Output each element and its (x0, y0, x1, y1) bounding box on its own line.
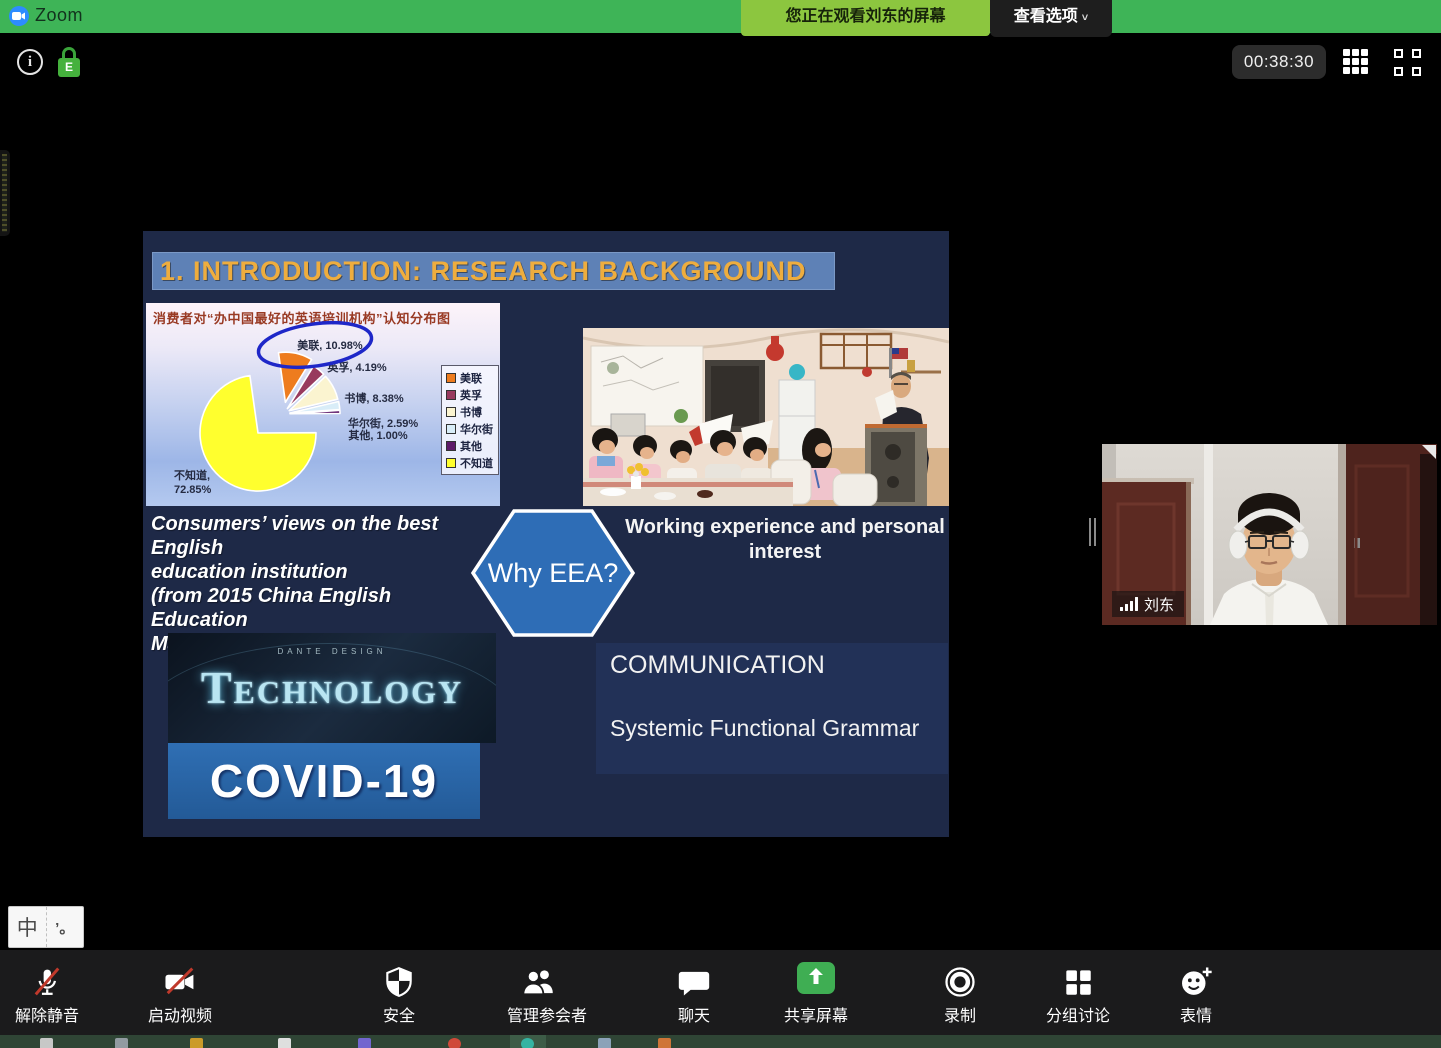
breakout-rooms-button[interactable]: 分组讨论 (1018, 962, 1138, 1028)
zoom-camera-logo-icon (9, 6, 29, 26)
participant-name-tag: 刘东 (1112, 591, 1184, 617)
record-icon (942, 964, 978, 1000)
legend-row: 其他 (446, 437, 498, 454)
pie-data-label: 其他, 1.00% (348, 428, 408, 442)
encryption-lock-icon[interactable]: E (58, 47, 82, 79)
video-tile-handle[interactable] (1089, 518, 1097, 546)
tile-collapse-icon[interactable] (1422, 445, 1436, 459)
technology-brand-text: dante design (168, 643, 496, 657)
communication-subtitle: Systemic Functional Grammar (610, 715, 919, 742)
legend-label: 华尔街 (460, 421, 493, 437)
taskbar-app-icon[interactable] (598, 1038, 611, 1048)
share-screen-button[interactable]: 共享屏幕 (756, 962, 876, 1028)
audio-level-meter (0, 150, 10, 236)
classroom-photo (583, 328, 949, 506)
unmute-button[interactable]: 解除静音 (0, 962, 107, 1028)
pie-data-label: 美联, 10.98% (297, 338, 363, 352)
technology-word: Technology (168, 661, 496, 714)
meeting-top-bar: Zoom 您正在观看刘东的屏幕 查看选项˅ (0, 0, 1441, 33)
caption-line: (from 2015 China English Education (151, 584, 481, 632)
caption-line: education institution (151, 560, 481, 584)
hexagon-label: Why EEA? (470, 507, 636, 639)
microphone-muted-icon (29, 964, 65, 1000)
legend-label: 书博 (460, 404, 482, 420)
taskbar-start-icon[interactable] (40, 1038, 53, 1048)
legend-label: 其他 (460, 438, 482, 454)
legend-row: 书博 (446, 403, 498, 420)
covid-word: COVID-19 (210, 754, 438, 808)
legend-row: 不知道 (446, 454, 498, 471)
why-eea-hexagon: Why EEA? (470, 507, 636, 639)
pie-data-label: 华尔街, 2.59% (348, 416, 419, 430)
legend-swatch (446, 407, 456, 417)
security-button[interactable]: 安全 (339, 962, 459, 1028)
communication-title: COMMUNICATION (610, 651, 825, 680)
pie-data-label: 不知道,72.85% (174, 468, 212, 496)
breakout-grid-icon (1061, 964, 1095, 1000)
view-options-button[interactable]: 查看选项˅ (990, 0, 1112, 37)
legend-swatch (446, 424, 456, 434)
taskbar-app-icon[interactable] (448, 1038, 461, 1048)
camera-off-icon (161, 964, 199, 1000)
meeting-timer: 00:38:30 (1232, 45, 1326, 79)
taskbar-app-icon[interactable] (658, 1038, 671, 1048)
shared-screen-slide: 1. INTRODUCTION: RESEARCH BACKGROUND 消费者… (143, 231, 949, 837)
lock-body: E (58, 58, 80, 77)
shield-icon (382, 964, 416, 1000)
ime-toolbar: 中 ’。 (8, 906, 84, 948)
reactions-smiley-icon (1177, 964, 1215, 1000)
communication-box: COMMUNICATION Systemic Functional Gramma… (596, 643, 948, 774)
reactions-button[interactable]: 表情 (1136, 962, 1256, 1028)
technology-image: dante design Technology (168, 633, 496, 743)
legend-label: 英孚 (460, 387, 482, 403)
legend-swatch (446, 373, 456, 383)
zoom-meeting-window: Zoom 您正在观看刘东的屏幕 查看选项˅ i E 00:38:30 1. IN… (0, 0, 1441, 1048)
legend-row: 英孚 (446, 386, 498, 403)
pie-chart-legend: 美联英孚书博华尔街其他不知道 (441, 365, 499, 475)
legend-label: 不知道 (460, 455, 493, 471)
participants-icon (520, 964, 560, 1000)
meeting-info-icon[interactable]: i (17, 49, 43, 75)
start-video-button[interactable]: 启动视频 (120, 962, 240, 1028)
caption-line: Consumers’ views on the best English (151, 512, 481, 560)
participant-name: 刘东 (1144, 594, 1174, 615)
watching-screen-banner: 您正在观看刘东的屏幕 (741, 0, 990, 36)
participant-video-tile[interactable]: 刘东 (1102, 444, 1437, 625)
taskbar-active-app[interactable] (510, 1035, 546, 1048)
fullscreen-icon[interactable] (1394, 49, 1421, 76)
record-button[interactable]: 录制 (900, 962, 1020, 1028)
chat-button[interactable]: 聊天 (634, 962, 754, 1028)
taskbar-zoom-icon (521, 1038, 534, 1048)
covid-image: COVID-19 (168, 743, 480, 819)
chat-bubble-icon (676, 964, 712, 1000)
manage-participants-button[interactable]: 管理参会者 (487, 962, 607, 1028)
pie-data-label: 书博, 8.38% (344, 391, 404, 405)
windows-taskbar (0, 1035, 1441, 1048)
legend-row: 美联 (446, 369, 498, 386)
app-name: Zoom (35, 5, 83, 26)
taskbar-app-icon[interactable] (358, 1038, 371, 1048)
ime-punctuation-toggle[interactable]: ’。 (47, 907, 84, 947)
taskbar-app-icon[interactable] (190, 1038, 203, 1048)
gallery-view-icon[interactable] (1343, 49, 1371, 77)
meeting-toolbar: 解除静音 启动视频 安全 (0, 950, 1441, 1035)
chevron-down-icon: ˅ (1082, 12, 1088, 24)
taskbar-app-icon[interactable] (115, 1038, 128, 1048)
legend-row: 华尔街 (446, 420, 498, 437)
ime-mode-toggle[interactable]: 中 (9, 907, 47, 947)
legend-swatch (446, 390, 456, 400)
slide-title: 1. INTRODUCTION: RESEARCH BACKGROUND (152, 252, 835, 290)
legend-swatch (446, 441, 456, 451)
legend-swatch (446, 458, 456, 468)
legend-label: 美联 (460, 370, 482, 386)
share-screen-icon (797, 962, 835, 994)
pie-chart-figure: 消费者对“办中国最好的英语培训机构”认知分布图 美联, 10.98%英孚, 4.… (146, 303, 500, 506)
taskbar-app-icon[interactable] (278, 1038, 291, 1048)
connection-signal-icon (1120, 597, 1138, 611)
working-experience-text: Working experience and personal interest (620, 515, 950, 565)
